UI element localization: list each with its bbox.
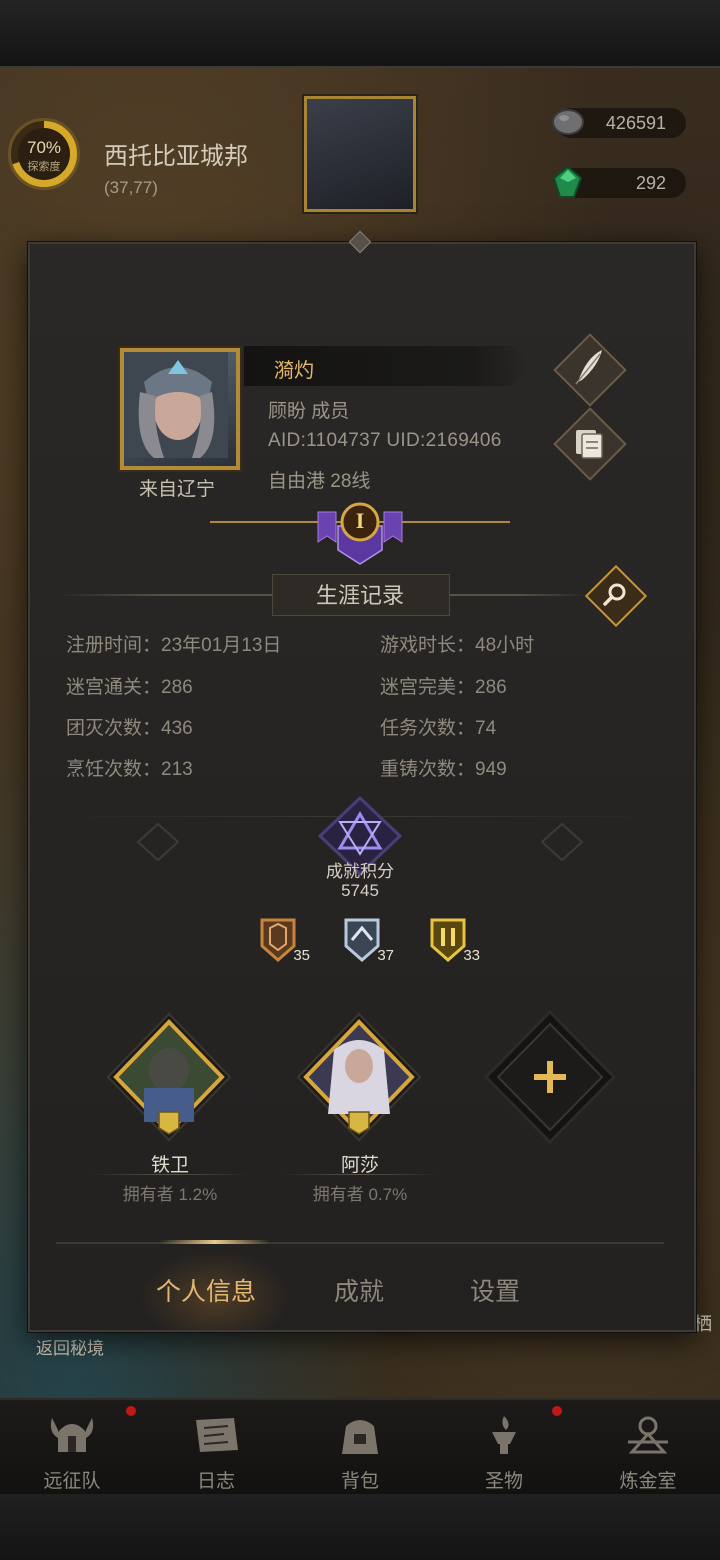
player-server: 自由港 28线 [268,471,371,492]
scroll-map-icon [196,1418,238,1452]
gold-trophy-icon [430,918,466,962]
hero-name-underline [90,1174,250,1175]
stat-value: 436 [161,718,193,739]
hero-name-underline [280,1174,440,1175]
bronze-trophy-icon [260,918,296,962]
silver-badge[interactable]: 37 [342,916,394,966]
stat-label: 迷宫通关： [66,677,162,698]
stat-label: 团灭次数： [66,718,162,739]
stat-maze-perfect: 迷宫完美：286 [380,672,507,699]
bronze-count: 35 [293,947,310,964]
stone-resource-counter: 426591 [552,108,686,138]
stat-label: 注册时间： [66,635,162,656]
stat-maze-cleared: 迷宫通关：286 [66,672,193,699]
return-to-realm-button[interactable]: 返回秘境 [36,1334,104,1359]
stat-team-wipes: 团灭次数：436 [66,713,193,740]
achievement-score-label: 成就积分 [326,862,394,881]
nav-expedition[interactable]: 远征队 [0,1400,144,1496]
viking-helmet-icon [50,1418,94,1452]
stat-quests: 任务次数：74 [380,713,496,740]
career-divider-right [448,594,588,596]
ornament-diamond-icon [136,822,180,862]
player-origin: 来自辽宁 [138,479,215,500]
tab-separator [56,1242,664,1244]
stat-label: 游戏时长： [380,635,476,656]
nav-backpack[interactable]: 背包 [288,1400,432,1496]
stat-label: 任务次数： [380,718,476,739]
nav-notification-dot [552,1406,562,1416]
career-record-title: 生涯记录 [315,583,404,608]
nav-journal[interactable]: 日志 [144,1400,288,1496]
gold-badge[interactable]: 33 [428,916,480,966]
stat-value: 286 [475,677,507,698]
achievement-score-value: 5745 [341,881,379,900]
side-label: 栖 [694,1314,712,1334]
guild-role: 顾盼 成员 [268,401,350,422]
exploration-percent: 70% [26,138,62,157]
nav-label: 日志 [196,1471,235,1492]
bronze-badge[interactable]: 35 [258,916,310,966]
stat-reforge: 重铸次数：949 [380,754,507,781]
silver-trophy-icon [344,918,380,962]
tab-achievements[interactable]: 成就 [334,1272,384,1308]
gold-count: 33 [463,947,480,964]
brazier-icon [492,1416,516,1454]
hero-name: 铁卫 [150,1155,189,1176]
player-avatar[interactable] [120,348,240,470]
stat-value: 286 [161,677,193,698]
document-copy-icon [576,430,603,459]
bottom-navigation: 远征队 日志 背包 圣物 炼金室 [0,1398,720,1496]
avatar-portrait-icon [124,352,228,458]
stat-value: 23年01月13日 [161,635,282,656]
hero-card-asha[interactable] [294,1010,424,1144]
city-name: 西托比亚城邦 [104,143,248,170]
rank-numeral: I [355,508,365,533]
tab-active-indicator [160,1240,270,1244]
stat-value: 213 [161,759,193,780]
stat-register-time: 注册时间：23年01月13日 [66,630,281,657]
add-hero-slot-button[interactable] [484,1010,616,1144]
stat-label: 迷宫完美： [380,677,476,698]
green-gem-icon [552,165,583,198]
hero-ownership: 拥有者 0.7% [312,1185,408,1204]
top-player-portrait[interactable] [304,96,416,212]
player-ids: AID:1104737 UID:2169406 [268,430,502,451]
achievement-score-block: 成就积分 5745 [296,862,424,900]
hero-card-iron-guard[interactable] [104,1010,234,1144]
stat-value: 949 [475,759,507,780]
nav-alchemy[interactable]: 炼金室 [576,1400,720,1496]
stat-value: 74 [475,718,497,739]
quill-icon [575,350,602,385]
alchemy-icon [628,1416,668,1454]
hero-name: 阿莎 [340,1155,379,1176]
stat-label: 烹饪次数： [66,759,162,780]
player-name: 漪灼 [274,360,314,382]
bag-icon [342,1420,378,1454]
hero-ownership: 拥有者 1.2% [122,1185,218,1204]
bottom-frame [0,1494,720,1560]
stone-icon [552,109,584,135]
tab-personal-info[interactable]: 个人信息 [156,1272,256,1308]
tab-settings[interactable]: 设置 [470,1272,520,1308]
top-frame [0,0,720,68]
nav-notification-dot [126,1406,136,1416]
stat-value: 48小时 [475,635,535,656]
career-divider-left [56,594,272,596]
stone-amount: 426591 [605,113,666,133]
exploration-progress-ring[interactable]: 70% 探索度 [8,118,80,190]
nav-label: 炼金室 [619,1471,677,1492]
stat-cooking: 烹饪次数：213 [66,754,193,781]
nav-label: 远征队 [43,1471,101,1492]
stat-play-time: 游戏时长：48小时 [380,630,534,657]
silver-count: 37 [377,947,394,964]
stat-label: 重铸次数： [380,759,476,780]
magnifier-icon [603,583,626,606]
gem-amount: 292 [635,173,666,193]
exploration-label: 探索度 [27,161,61,173]
ornament-diamond-icon [540,822,584,862]
nav-label: 背包 [340,1471,379,1492]
nav-label: 圣物 [484,1471,523,1492]
gem-resource-counter: 292 [552,165,686,198]
city-coordinates: (37,77) [104,178,158,197]
